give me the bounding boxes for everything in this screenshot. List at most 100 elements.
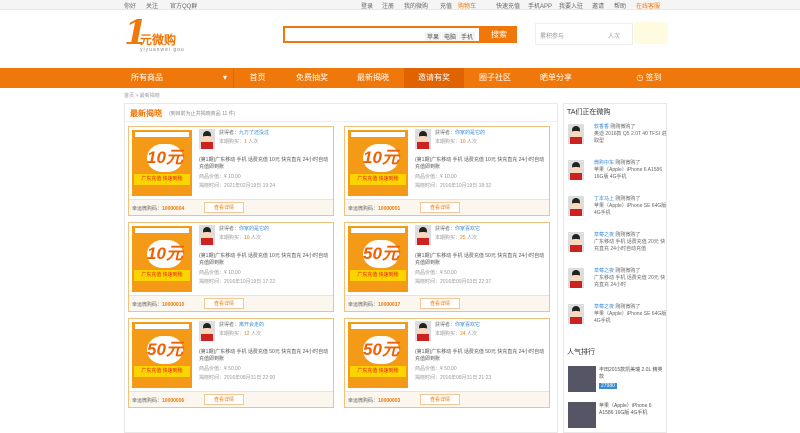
nav-home[interactable]: 首页 [235, 68, 280, 88]
buyer-item[interactable]: 草莓之夜 刚刚微购了 广东移动 手机 话费充值 20元 快充直充 24小时 [566, 268, 666, 300]
buyer-item-title[interactable]: 广东移动 手机 话费充值 20元 快充直充 24小时 [594, 275, 665, 288]
mobile-logo [135, 324, 189, 329]
search-tag-pc[interactable]: 电脑 [442, 32, 459, 41]
winner-name[interactable]: 离开会走的 [239, 322, 264, 328]
avatar[interactable] [199, 129, 215, 149]
buys-unit: 人次 [250, 235, 261, 241]
ranking-image[interactable] [568, 366, 596, 392]
product-title[interactable]: (第1期)广东移动 手机 话费充值 50元 快充直充 24小时自动充值即到账 [415, 253, 547, 267]
product-title[interactable]: (第1期)广东移动 手机 话费充值 10元 快充直充 24小时自动充值即到账 [199, 253, 331, 267]
ranking-item[interactable]: 丰田2015款凯美瑞 2.0L 精英款 27980 [566, 366, 666, 396]
logo-text[interactable]: 元微购 [140, 31, 176, 48]
buyer-item[interactable]: 草莓之夜 刚刚微购了 广东移动 手机 话费充值 20元 快充直充 24小时自动充值 [566, 232, 666, 264]
buyer-item-title[interactable]: 广东移动 手机 话费充值 20元 快充直充 24小时自动充值 [594, 239, 665, 252]
product-title[interactable]: (第1期)广东移动 手机 话费充值 50元 快充直充 24小时自动充值即到账 [415, 349, 547, 363]
result-card[interactable]: 50元 广东充值 快速到账 获得者：你家喜欢它 本期购买：24 人次 (第1期)… [344, 318, 550, 408]
buyer-item[interactable]: 草莓之夜 刚刚微购了 苹果（Apple）iPhone SE 64G版 4G手机 [566, 304, 666, 336]
winner-name[interactable]: 九万了还没过 [239, 130, 269, 136]
result-card[interactable]: 10元 广东充值 快速到账 获得者：你家的是它的 本期购买：10 人次 (第1期… [344, 126, 550, 216]
topbar-app-link[interactable]: 手机APP [528, 1, 552, 10]
nav-share[interactable]: 晒单分享 [526, 68, 586, 88]
topbar-quick-link[interactable]: 快速充值 [496, 1, 520, 10]
buyer-name[interactable]: 草莓之夜 [594, 232, 614, 238]
winner-name[interactable]: 你家的是它的 [455, 130, 485, 136]
ranking-title-text[interactable]: 丰田2015款凯美瑞 2.0L 精英款 [599, 367, 665, 381]
result-card[interactable]: 50元 广东充值 快速到账 获得者：你家喜欢它 本期购买：25 人次 (第1期)… [344, 222, 550, 312]
topbar-login-link[interactable]: 登录 [361, 1, 373, 10]
winner-name[interactable]: 你家喜欢它 [455, 226, 480, 232]
view-detail-button[interactable]: 查看详情 [420, 394, 460, 405]
result-card[interactable]: 10元 广东充值 快速到账 获得者：你家的是它的 本期购买：10 人次 (第1期… [128, 222, 334, 312]
buyer-name[interactable]: 草莓之夜 [594, 304, 614, 310]
view-detail-button[interactable]: 查看详情 [204, 298, 244, 309]
avatar[interactable] [199, 321, 215, 341]
buyer-item[interactable]: 微购中车 刚刚微购了 苹果（Apple）iPhone 6 A1586 16G版 4… [566, 160, 666, 192]
product-ribbon: 广东充值 快速到账 [134, 174, 190, 185]
topbar-recharge-link[interactable]: 充值 [440, 1, 452, 10]
buyer-name[interactable]: 丁本马上 [594, 196, 614, 202]
avatar[interactable] [199, 225, 215, 245]
search-input[interactable]: 苹果 电脑 手机 [283, 26, 481, 43]
product-image[interactable]: 50元 广东充值 快速到账 [348, 322, 408, 388]
avatar[interactable] [568, 124, 584, 144]
buyer-item-title[interactable]: 苹果（Apple）iPhone 6 A1586 16G版 4G手机 [594, 167, 662, 180]
topbar-invite-link[interactable]: 邀请 [592, 1, 604, 10]
signin-button[interactable]: ◷ 签到 [630, 68, 668, 88]
topbar-service-link[interactable]: 在线客服 [636, 1, 660, 10]
winner-name[interactable]: 你家的是它的 [239, 226, 269, 232]
buyer-name[interactable]: 草莓之夜 [594, 268, 614, 274]
buyer-item-title[interactable]: 苹果（Apple）iPhone SE 64G版 4G手机 [594, 311, 666, 324]
product-image[interactable]: 50元 广东充值 快速到账 [348, 226, 408, 292]
topbar-my-link[interactable]: 我的微购 [404, 1, 428, 10]
topbar-help-link[interactable]: 帮助 [614, 1, 626, 10]
buyer-item[interactable]: 软香香 刚刚微购了 奥迪 2016款 Q5 2.0T 40 TFSI 进取型 [566, 124, 666, 156]
search-tag-phone[interactable]: 手机 [459, 32, 476, 41]
search-tag-apple[interactable]: 苹果 [425, 32, 442, 41]
result-card[interactable]: 50元 广东充值 快速到账 获得者：离开会走的 本期购买：12 人次 (第1期)… [128, 318, 334, 408]
topbar-cart-link[interactable]: 购物车 [458, 1, 476, 10]
product-title[interactable]: (第1期)广东移动 手机 话费充值 10元 快充直充 24小时自动充值即到账 [415, 157, 547, 171]
buyer-name[interactable]: 软香香 [594, 124, 609, 130]
product-image[interactable]: 10元 广东充值 快速到账 [132, 130, 192, 196]
ranking-title-text[interactable]: 苹果（Apple）iPhone 6 A1586 16G版 4G手机 [599, 403, 665, 417]
nav-free-draw[interactable]: 免费抽奖 [282, 68, 342, 88]
avatar[interactable] [415, 321, 431, 341]
buyer-item-title[interactable]: 苹果（Apple）iPhone SE 64G版 4G手机 [594, 203, 666, 216]
avatar[interactable] [568, 160, 584, 180]
avatar[interactable] [415, 129, 431, 149]
ranking-image[interactable] [568, 402, 596, 428]
product-title[interactable]: (第1期)广东移动 手机 话费充值 10元 快充直充 24小时自动充值即到账 [199, 157, 331, 171]
view-detail-button[interactable]: 查看详情 [204, 394, 244, 405]
buyer-item[interactable]: 丁本马上 刚刚微购了 苹果（Apple）iPhone SE 64G版 4G手机 [566, 196, 666, 228]
topbar-join-link[interactable]: 我要入驻 [559, 1, 583, 10]
nav-latest[interactable]: 最新揭晓 [343, 68, 403, 88]
result-card[interactable]: 10元 广东充值 快速到账 获得者：九万了还没过 本期购买：1 人次 (第1期)… [128, 126, 334, 216]
coin-icon [634, 22, 668, 44]
avatar[interactable] [415, 225, 431, 245]
topbar-qq-link[interactable]: 官方QQ群 [170, 1, 197, 10]
avatar[interactable] [568, 232, 584, 252]
search-button[interactable]: 搜索 [481, 26, 517, 43]
topbar-register-link[interactable]: 注册 [382, 1, 394, 10]
avatar[interactable] [568, 196, 584, 216]
all-categories-menu[interactable]: 所有商品 ▾ [124, 68, 234, 88]
view-detail-button[interactable]: 查看详情 [204, 202, 244, 213]
winner-name[interactable]: 你家喜欢它 [455, 322, 480, 328]
nav-community[interactable]: 圈子社区 [465, 68, 525, 88]
nav-invite[interactable]: 邀请有奖 [404, 68, 464, 88]
ranking-item[interactable]: 苹果（Apple）iPhone 6 A1586 16G版 4G手机 [566, 402, 666, 432]
product-image[interactable]: 10元 广东充值 快速到账 [348, 130, 408, 196]
view-detail-button[interactable]: 查看详情 [420, 298, 460, 309]
buyer-name[interactable]: 微购中车 [594, 160, 614, 166]
product-image[interactable]: 50元 广东充值 快速到账 [132, 322, 192, 388]
avatar[interactable] [568, 268, 584, 288]
winner-line: 获得者：你家的是它的 [435, 129, 485, 136]
buyer-item-title[interactable]: 奥迪 2016款 Q5 2.0T 40 TFSI 进取型 [594, 131, 666, 144]
view-detail-button[interactable]: 查看详情 [420, 202, 460, 213]
product-image[interactable]: 10元 广东充值 快速到账 [132, 226, 192, 292]
avatar[interactable] [568, 304, 584, 324]
buyer-action: 刚刚微购了 [615, 232, 641, 238]
product-title[interactable]: (第1期)广东移动 手机 话费充值 50元 快充直充 24小时自动充值即到账 [199, 349, 331, 363]
header: 1 元微购 yiyuanwei gou 苹果 电脑 手机 搜索 累积参与 人次 [0, 11, 800, 68]
topbar-follow-link[interactable]: 关注 [146, 1, 158, 10]
